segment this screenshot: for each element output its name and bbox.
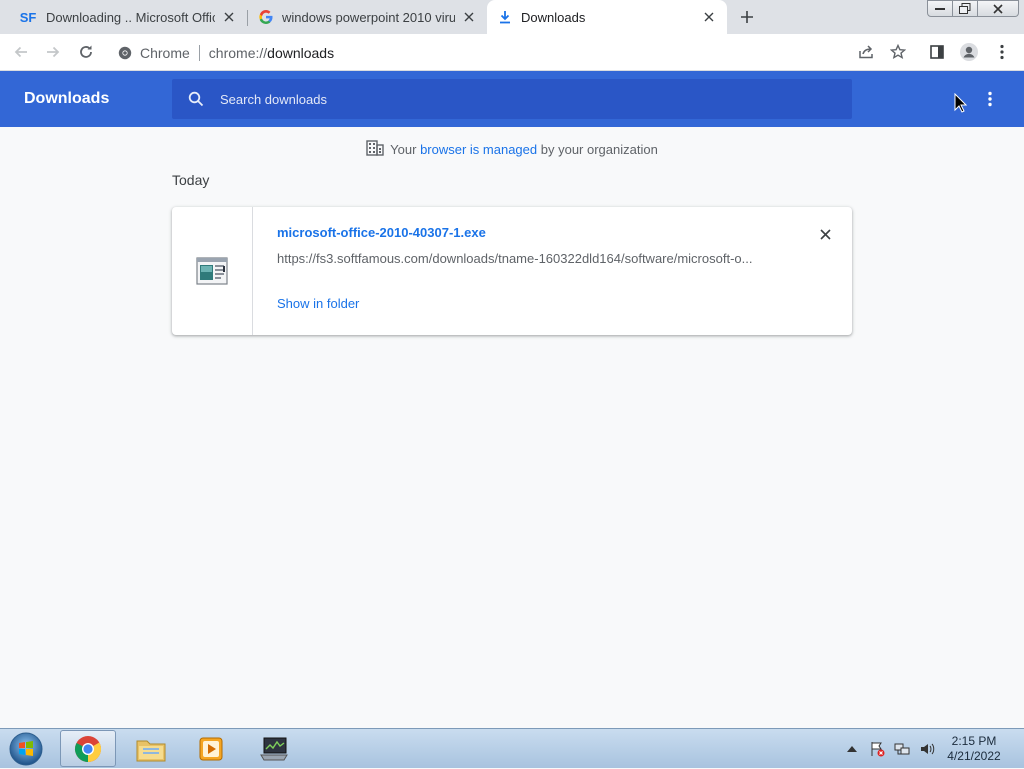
network-icon[interactable] <box>892 739 912 759</box>
profile-button[interactable] <box>958 41 980 63</box>
restore-button[interactable] <box>952 0 978 17</box>
forward-button[interactable] <box>42 41 64 63</box>
taskbar-media-player[interactable] <box>183 730 239 767</box>
arrow-cursor-icon <box>954 92 968 113</box>
tab-title: windows powerpoint 2010 virus <box>282 9 455 25</box>
mouse-cursor <box>954 92 968 118</box>
back-arrow-icon <box>14 46 27 58</box>
chevron-up-icon <box>847 746 857 752</box>
google-favicon <box>258 9 274 25</box>
star-icon <box>890 44 906 60</box>
windows-taskbar: 2:15 PM 4/21/2022 <box>0 728 1024 768</box>
url-host: downloads <box>267 44 335 61</box>
managed-prefix: Your <box>390 141 417 157</box>
tab-softfamous[interactable]: SF Downloading .. Microsoft Office .. <box>10 0 245 34</box>
download-file-name-link[interactable]: microsoft-office-2010-40307-1.exe <box>277 225 486 240</box>
tab-strip: SF Downloading .. Microsoft Office .. wi… <box>0 0 1024 34</box>
omnibox-divider <box>198 44 200 61</box>
download-item: microsoft-office-2010-40307-1.exe https:… <box>172 207 852 335</box>
taskbar-chrome[interactable] <box>60 730 116 767</box>
tab-title: Downloads <box>521 9 586 25</box>
softfamous-favicon: SF <box>19 9 37 25</box>
reload-button[interactable] <box>75 41 97 63</box>
close-window-button[interactable] <box>977 0 1019 17</box>
search-input[interactable] <box>218 90 822 108</box>
chrome-logo-icon <box>118 46 132 59</box>
chrome-menu-button[interactable] <box>991 41 1013 63</box>
minimize-icon <box>935 7 945 10</box>
site-chip[interactable]: Chrome <box>118 45 190 61</box>
remove-download-button[interactable] <box>816 225 834 243</box>
search-box[interactable] <box>172 79 852 119</box>
avatar-icon <box>960 43 978 61</box>
action-center-icon[interactable] <box>867 739 887 759</box>
restore-icon <box>959 3 971 14</box>
downloads-header: Downloads <box>0 71 1024 127</box>
minimize-button[interactable] <box>927 0 953 17</box>
close-icon <box>993 3 1003 14</box>
volume-icon[interactable] <box>917 739 937 759</box>
close-icon[interactable] <box>701 9 717 25</box>
share-button[interactable] <box>855 41 877 63</box>
close-icon[interactable] <box>461 9 477 25</box>
kebab-menu-icon <box>1000 44 1004 60</box>
search-icon <box>186 89 206 109</box>
show-in-folder-link[interactable]: Show in folder <box>277 296 359 311</box>
start-button[interactable] <box>6 731 46 767</box>
clock-date: 4/21/2022 <box>947 749 1001 763</box>
url-scheme: chrome:// <box>208 44 268 61</box>
show-hidden-icons-button[interactable] <box>842 739 862 759</box>
download-source-url[interactable]: https://fs3.softfamous.com/downloads/tna… <box>277 251 777 266</box>
page-title: Downloads <box>24 90 110 107</box>
file-icon-area <box>172 207 253 335</box>
clock-time: 2:15 PM <box>951 734 997 748</box>
taskbar-clock[interactable]: 2:15 PM 4/21/2022 <box>936 734 1012 764</box>
network-monitor-icon <box>260 737 288 760</box>
download-arrow-icon <box>497 9 513 25</box>
managed-browser-notice: Your browser is managed by your organiza… <box>0 140 1024 160</box>
exe-file-icon <box>196 257 228 285</box>
bookmark-button[interactable] <box>887 41 909 63</box>
reload-icon <box>80 45 92 58</box>
site-chip-label: Chrome <box>140 44 190 61</box>
start-orb-icon <box>9 732 43 766</box>
date-section-label: Today <box>172 172 210 188</box>
tab-google-search[interactable]: windows powerpoint 2010 virus <box>250 0 485 34</box>
media-player-icon <box>199 737 223 760</box>
new-tab-button[interactable] <box>736 6 758 28</box>
side-panel-button[interactable] <box>926 41 948 63</box>
back-button[interactable] <box>10 41 32 63</box>
browser-managed-link[interactable]: browser is managed <box>420 142 537 157</box>
close-icon[interactable] <box>221 9 237 25</box>
tab-downloads[interactable]: Downloads <box>487 0 727 34</box>
tab-separator <box>247 10 248 26</box>
taskbar-explorer[interactable] <box>123 730 179 767</box>
system-tray <box>842 729 942 769</box>
side-panel-icon <box>930 45 944 59</box>
downloads-more-actions-button[interactable] <box>980 89 1000 109</box>
tab-title: Downloading .. Microsoft Office .. <box>46 9 215 25</box>
browser-toolbar: Chrome chrome://downloads <box>0 34 1024 71</box>
close-icon <box>819 228 831 240</box>
kebab-menu-icon <box>988 91 992 107</box>
share-icon <box>859 45 873 59</box>
managed-suffix: by your organization <box>540 141 658 157</box>
url-text: chrome://downloads <box>209 45 334 61</box>
building-icon <box>366 140 384 159</box>
explorer-folder-icon <box>136 740 166 761</box>
plus-icon <box>741 11 753 23</box>
chrome-icon <box>75 735 102 762</box>
forward-arrow-icon <box>47 46 60 58</box>
taskbar-network-monitor[interactable] <box>246 730 302 767</box>
